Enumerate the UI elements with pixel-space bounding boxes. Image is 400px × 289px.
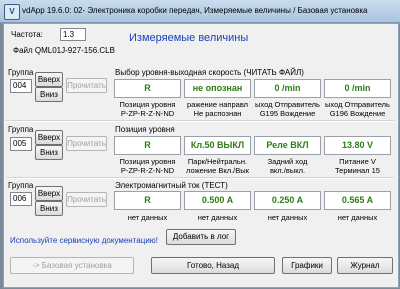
value-field-3: Реле ВКЛ <box>254 136 321 155</box>
value-field-3: 0.250 A <box>254 191 321 210</box>
group-up-button[interactable]: Вверх <box>35 72 63 87</box>
value-caption-2: Парк/Нейтральн. ложение Вкл./Вык <box>186 157 249 175</box>
group-label: Группа <box>8 181 34 190</box>
value-field-3: 0 /min <box>254 79 321 98</box>
group-title: Выбор уровня-выходная скорость (ЧИТАТЬ Ф… <box>115 68 304 77</box>
group-number-field[interactable]: 006 <box>10 192 32 206</box>
group-down-button[interactable]: Вниз <box>35 87 63 102</box>
value-field-4: 0.565 A <box>324 191 391 210</box>
group-up-button[interactable]: Вверх <box>35 130 63 145</box>
value-field-4: 13.80 V <box>324 136 391 155</box>
frequency-label: Частота: <box>11 30 43 39</box>
frequency-field[interactable]: 1.3 <box>60 28 86 41</box>
group-down-button[interactable]: Вниз <box>35 201 63 216</box>
value-caption-3: ыход Отправитель G195 Вождение <box>255 100 320 118</box>
app-icon: V <box>4 4 20 20</box>
file-label: Файл QML01J-927-156.CLB <box>13 46 115 55</box>
done-back-button[interactable]: Готово, Назад <box>151 257 275 274</box>
page-title: Измеряемые величины <box>129 32 249 44</box>
value-field-1: R <box>114 191 181 210</box>
value-caption-2: нет данных <box>197 213 238 222</box>
value-caption-4: ыход Отправитель G196 Вождение <box>325 100 390 118</box>
application-window: V vdApp 19.6.0: 02- Электроника коробки … <box>0 0 400 289</box>
group-label: Группа <box>8 125 34 134</box>
value-field-4: 0 /min <box>324 79 391 98</box>
title-bar[interactable]: V vdApp 19.6.0: 02- Электроника коробки … <box>0 0 400 23</box>
group-divider <box>6 177 394 179</box>
value-field-2: не опознан <box>184 79 251 98</box>
value-caption-1: Позиция уровня P-ZP-R-Z-N-ND <box>119 157 176 175</box>
value-caption-2: ражение направл Не распознан <box>186 100 249 118</box>
group-title: Электромагнитный ток (ТЕСТ) <box>115 181 228 190</box>
value-caption-1: нет данных <box>127 213 168 222</box>
group-number-field[interactable]: 004 <box>10 79 32 93</box>
read-button[interactable]: Прочитать <box>66 78 107 93</box>
value-field-2: 0.500 A <box>184 191 251 210</box>
journal-button[interactable]: Журнал <box>337 257 393 274</box>
group-down-button[interactable]: Вниз <box>35 145 63 160</box>
group-divider <box>6 120 394 122</box>
group-title: Позиция уровня <box>115 125 175 134</box>
basic-setting-button[interactable]: -> Базовая установка <box>10 257 134 274</box>
add-to-log-button[interactable]: Добавить в лог <box>166 229 236 245</box>
value-caption-4: нет данных <box>337 213 378 222</box>
value-field-1: R <box>114 79 181 98</box>
value-field-2: Кл.50 ВЫКЛ <box>184 136 251 155</box>
graphs-button[interactable]: Графики <box>282 257 332 274</box>
group-label: Группа <box>8 68 34 77</box>
value-caption-3: нет данных <box>267 213 308 222</box>
value-field-1: R <box>114 136 181 155</box>
value-caption-1: Позиция уровня P-ZP-R-Z-N-ND <box>119 100 176 118</box>
group-up-button[interactable]: Вверх <box>35 186 63 201</box>
value-caption-3: Задний ход вкл./выкл. <box>267 157 308 175</box>
documentation-notice: Используйте сервисную документацию! <box>10 236 159 245</box>
window-title: vdApp 19.6.0: 02- Электроника коробки пе… <box>22 6 368 15</box>
read-button[interactable]: Прочитать <box>66 136 107 151</box>
value-caption-4: Питание V Терминал 15 <box>335 157 380 175</box>
read-button[interactable]: Прочитать <box>66 192 107 207</box>
main-panel: Частота: 1.3 Измеряемые величины Файл QM… <box>3 23 399 288</box>
group-number-field[interactable]: 005 <box>10 137 32 151</box>
